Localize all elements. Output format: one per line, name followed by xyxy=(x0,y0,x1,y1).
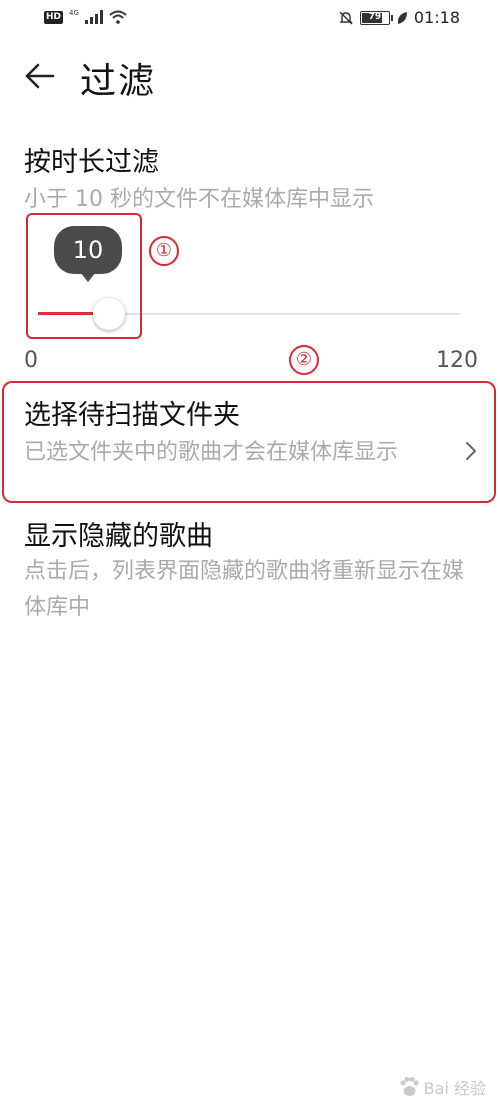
mute-bell-icon xyxy=(339,11,353,24)
status-left: HD 4G xyxy=(44,9,127,24)
slider-max-label: 120 xyxy=(436,348,478,373)
duration-filter-title: 按时长过滤 xyxy=(24,147,159,178)
clock: 01:18 xyxy=(413,8,460,27)
annotation-box-folder xyxy=(2,381,496,503)
duration-filter-subtitle: 小于 10 秒的文件不在媒体库中显示 xyxy=(24,187,374,212)
status-bar: HD 4G 79 01:18 xyxy=(0,0,500,36)
paw-logo-icon xyxy=(400,1077,419,1096)
annotation-marker-2: ② xyxy=(289,345,319,375)
wifi-icon xyxy=(109,10,127,24)
page-title: 过滤 xyxy=(80,61,157,102)
watermark: Bai 经验 xyxy=(398,1075,486,1099)
hidden-songs-subtitle: 点击后，列表界面隐藏的歌曲将重新显示在媒体库中 xyxy=(24,559,465,620)
battery-indicator: 79 xyxy=(359,10,393,25)
leaf-icon xyxy=(397,11,407,24)
hd-badge: HD xyxy=(44,10,64,24)
watermark-text: Bai 经验 xyxy=(423,1079,486,1098)
signal-icon xyxy=(84,10,103,24)
battery-text: 79 xyxy=(368,11,382,22)
annotation-box-slider xyxy=(26,213,142,339)
back-arrow-icon[interactable] xyxy=(22,58,58,94)
slider-min-label: 0 xyxy=(24,348,38,373)
status-right: 79 01:18 xyxy=(338,8,460,27)
hidden-songs-row[interactable]: 显示隐藏的歌曲 点击后，列表界面隐藏的歌曲将重新显示在媒体库中 xyxy=(0,508,500,628)
annotation-marker-1: ① xyxy=(149,236,179,266)
network-type-label: 4G xyxy=(69,9,79,17)
hidden-songs-title: 显示隐藏的歌曲 xyxy=(24,521,213,552)
